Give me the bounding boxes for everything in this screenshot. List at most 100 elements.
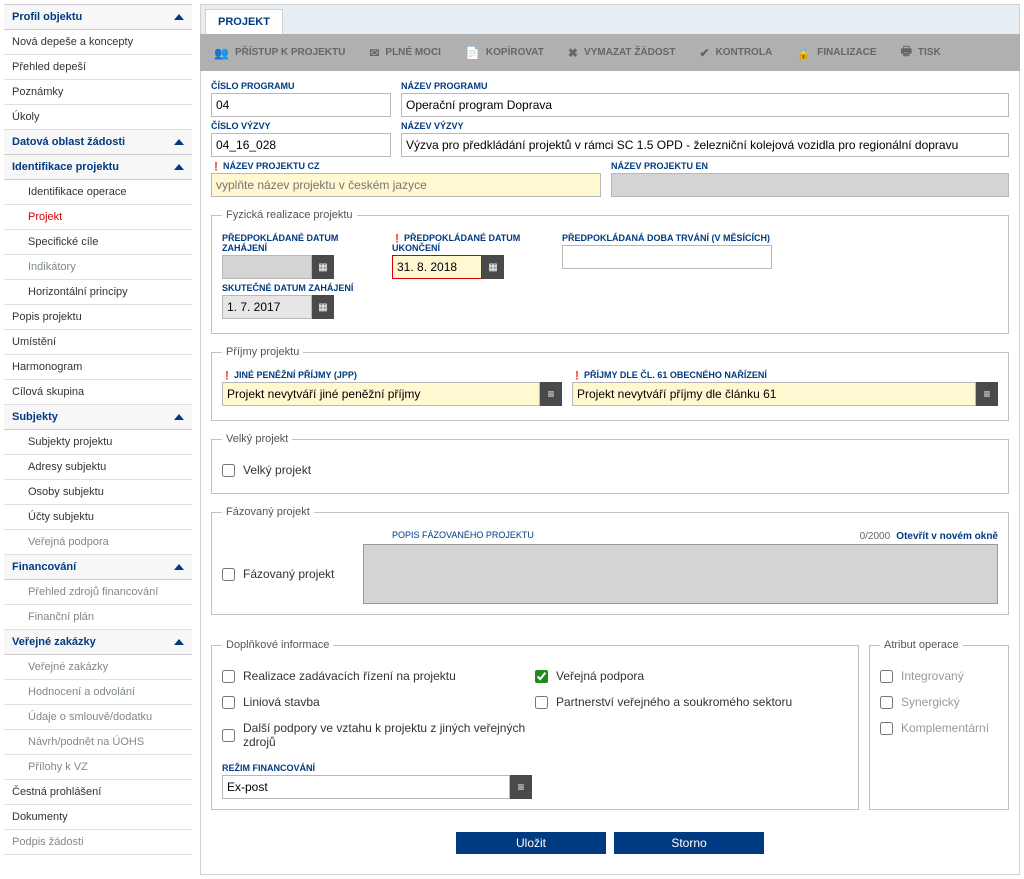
sidebar-item-adresy[interactable]: Adresy subjektu [4,455,192,480]
sidebar-header-identifikace[interactable]: Identifikace projektu [4,155,192,180]
sidebar-header-verejne-zakazky[interactable]: Veřejné zakázky [4,630,192,655]
input-nazev-en[interactable] [611,173,1009,197]
list-icon[interactable]: ≡ [510,775,532,799]
sidebar-item-poznamky[interactable]: Poznámky [4,80,192,105]
chk-liniova[interactable] [222,696,235,709]
chk-fazovany[interactable] [222,568,235,581]
input-nazev-vyzvy[interactable] [401,133,1009,157]
sidebar-item-umisteni[interactable]: Umístění [4,330,192,355]
btn-kopirovat[interactable]: 📄KOPÍROVAT [455,38,554,67]
mail-icon: ✉ [369,46,379,60]
people-icon: 👥 [214,46,229,60]
chk-realizace[interactable] [222,670,235,683]
lbl-chk-velky: Velký projekt [243,463,311,477]
sidebar-item-financni-plan[interactable]: Finanční plán [4,605,192,630]
input-nazev-cz[interactable] [211,173,601,197]
fieldset-doplnkove: Doplňkové informace Realizace zadávacích… [211,639,859,810]
input-zahajeni[interactable] [222,255,312,279]
chk-dalsi[interactable] [222,729,235,742]
lbl-popis-faz: POPIS FÁZOVANÉHO PROJEKTU [392,530,534,540]
sidebar-header-financovani[interactable]: Financování [4,555,192,580]
btn-vymazat[interactable]: ✖VYMAZAT ŽÁDOST [558,38,686,67]
sidebar-header-subjekty[interactable]: Subjekty [4,405,192,430]
input-nazev-programu[interactable] [401,93,1009,117]
print-icon: 🖶 [901,42,912,63]
sidebar-header-profil[interactable]: Profil objektu [4,4,192,30]
sidebar-item-popis[interactable]: Popis projektu [4,305,192,330]
lbl-nazev-en: NÁZEV PROJEKTU EN [611,161,1009,171]
legend-prijmy: Příjmy projektu [222,346,303,358]
sidebar-item-ucty[interactable]: Účty subjektu [4,505,192,530]
chk-komplementarni[interactable] [880,722,893,735]
lbl-cislo-vyzvy: ČÍSLO VÝZVY [211,121,391,131]
input-ukonceni[interactable] [392,255,482,279]
chk-integrovany[interactable] [880,670,893,683]
input-trvani[interactable] [562,245,772,269]
sidebar-item-hodnoceni[interactable]: Hodnocení a odvolání [4,680,192,705]
sidebar-item-indikatory[interactable]: Indikátory [4,255,192,280]
input-cislo-programu[interactable] [211,93,391,117]
sidebar-item-specificke-cile[interactable]: Specifické cíle [4,230,192,255]
sidebar-item-podpis[interactable]: Podpis žádosti [4,830,192,855]
lbl-zahajeni: PŘEDPOKLÁDANÉ DATUM ZAHÁJENÍ [222,233,382,253]
input-skutecne[interactable] [222,295,312,319]
lbl-trvani: PŘEDPOKLÁDANÁ DOBA TRVÁNÍ (V MĚSÍCÍCH) [562,233,772,243]
save-button[interactable]: Uložit [456,832,606,854]
sidebar-item-prehled-depesi[interactable]: Přehled depeší [4,55,192,80]
sidebar-item-cestna[interactable]: Čestná prohlášení [4,780,192,805]
chevron-up-icon [174,639,184,645]
calendar-icon[interactable]: ▦ [312,295,334,319]
sidebar-item-vz[interactable]: Veřejné zakázky [4,655,192,680]
input-rezim[interactable] [222,775,510,799]
btn-kontrola[interactable]: ✔KONTROLA [689,38,782,67]
sidebar-item-udaje-smlouva[interactable]: Údaje o smlouvě/dodatku [4,705,192,730]
chevron-up-icon [174,139,184,145]
sidebar-item-prehled-zdroju[interactable]: Přehled zdrojů financování [4,580,192,605]
sidebar-item-prilohy-vz[interactable]: Přílohy k VZ [4,755,192,780]
chk-partnerstvi[interactable] [535,696,548,709]
chk-velky[interactable] [222,464,235,477]
copy-icon: 📄 [465,46,480,60]
calendar-icon[interactable]: ▦ [312,255,334,279]
sidebar-item-osoby[interactable]: Osoby subjektu [4,480,192,505]
input-jpp[interactable] [222,382,540,406]
sidebar-item-dokumenty[interactable]: Dokumenty [4,805,192,830]
legend-velky: Velký projekt [222,433,292,445]
sidebar-header-datova[interactable]: Datová oblast žádosti [4,130,192,155]
lbl-ukonceni: PŘEDPOKLÁDANÉ DATUM UKONČENÍ [392,233,552,253]
cancel-button[interactable]: Storno [614,832,764,854]
sidebar-item-ukoly[interactable]: Úkoly [4,105,192,130]
sidebar-item-cilova[interactable]: Cílová skupina [4,380,192,405]
chevron-up-icon [174,164,184,170]
sidebar-item-navrh-uohs[interactable]: Návrh/podnět na ÚOHS [4,730,192,755]
sidebar-item-verejna-podpora[interactable]: Veřejná podpora [4,530,192,555]
chk-verejna[interactable] [535,670,548,683]
btn-pristup[interactable]: 👥PŘÍSTUP K PROJEKTU [204,38,355,67]
faz-counter: 0/2000 [860,531,891,542]
sidebar-item-horizontalni[interactable]: Horizontální principy [4,280,192,305]
chevron-up-icon [174,564,184,570]
chk-synergicky[interactable] [880,696,893,709]
list-icon[interactable]: ≡ [540,382,562,406]
sidebar-item-harmonogram[interactable]: Harmonogram [4,355,192,380]
tab-projekt[interactable]: PROJEKT [205,9,283,34]
link-open-window[interactable]: Otevřít v novém okně [896,531,998,542]
btn-finalizace[interactable]: 🔒FINALIZACE [786,38,886,67]
btn-tisk[interactable]: 🖶TISK [891,38,951,67]
sidebar-item-subjekty-projektu[interactable]: Subjekty projektu [4,430,192,455]
list-icon[interactable]: ≡ [976,382,998,406]
fieldset-velky: Velký projekt Velký projekt [211,433,1009,494]
sidebar-item-projekt[interactable]: Projekt [4,205,192,230]
fieldset-fazovany: Fázovaný projekt POPIS FÁZOVANÉHO PROJEK… [211,506,1009,615]
calendar-icon[interactable]: ▦ [482,255,504,279]
btn-plne-moci[interactable]: ✉PLNÉ MOCI [359,38,451,67]
fieldset-fyzicka: Fyzická realizace projektu PŘEDPOKLÁDANÉ… [211,209,1009,334]
sidebar-item-nova-depese[interactable]: Nová depeše a koncepty [4,30,192,55]
fieldset-atribut: Atribut operace Integrovaný Synergický K… [869,639,1009,810]
sidebar-item-identifikace-operace[interactable]: Identifikace operace [4,180,192,205]
textarea-popis-faz[interactable] [363,544,998,604]
input-cl61[interactable] [572,382,976,406]
input-cislo-vyzvy[interactable] [211,133,391,157]
tab-bar: PROJEKT [200,4,1020,34]
legend-doplnkove: Doplňkové informace [222,639,333,651]
